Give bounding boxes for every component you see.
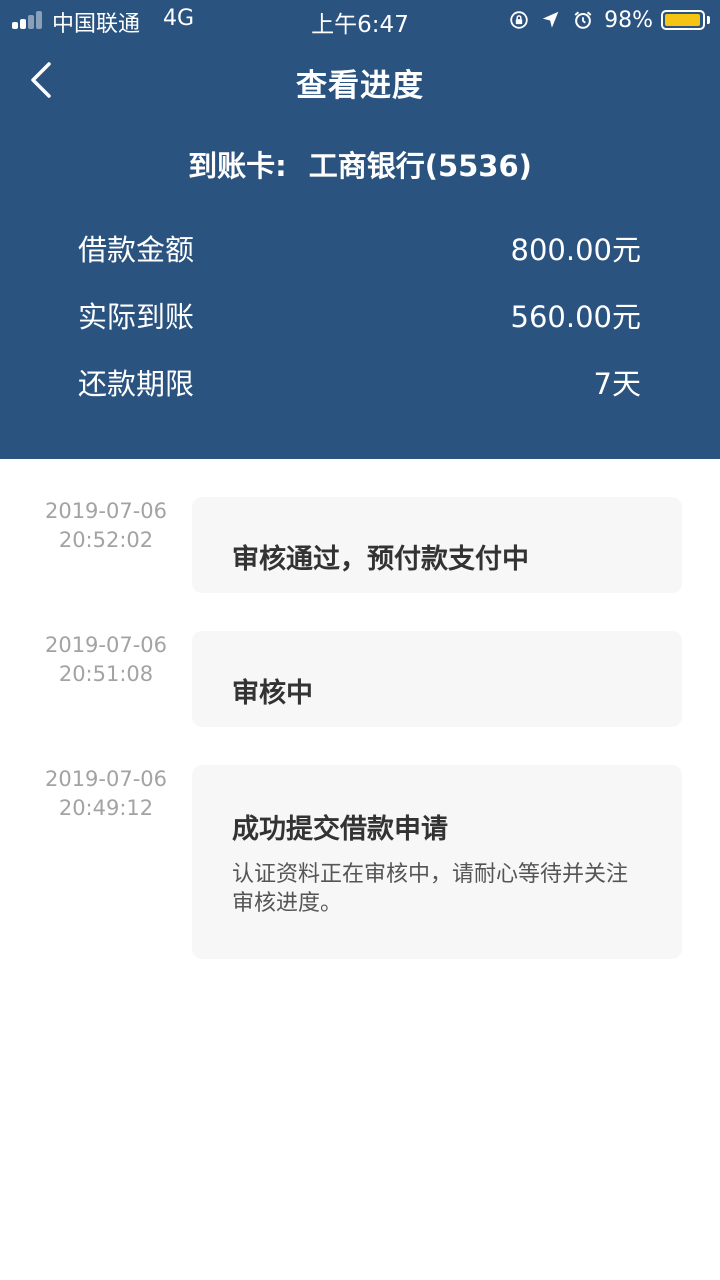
timeline-timestamp: 2019-07-06 20:51:08 (36, 631, 176, 689)
timeline-date: 2019-07-06 (44, 767, 168, 791)
timeline-card: 成功提交借款申请 认证资料正在审核中，请耐心等待并关注审核进度。 (192, 765, 682, 959)
battery-fill (665, 14, 701, 26)
loan-amount-label: 借款金额 (78, 233, 195, 267)
repayment-term-label: 还款期限 (78, 367, 195, 401)
actual-received-row: 实际到账 560.00元 (78, 295, 641, 335)
battery-percentage: 98% (604, 7, 653, 33)
receiving-card-label: 到账卡: (188, 149, 287, 183)
receiving-card-bank: 工商银行(5536) (308, 149, 532, 183)
repayment-term-row: 还款期限 7天 (78, 362, 641, 402)
loan-amount-row: 借款金额 800.00元 (78, 228, 641, 268)
timeline-timestamp: 2019-07-06 20:49:12 (36, 765, 176, 823)
timeline-time: 20:49:12 (58, 796, 154, 820)
alarm-icon (574, 11, 592, 29)
timeline-card: 审核中 (192, 631, 682, 727)
actual-received-label: 实际到账 (78, 300, 195, 334)
timeline-date: 2019-07-06 (44, 499, 168, 523)
timeline-date: 2019-07-06 (44, 633, 168, 657)
battery-tip (707, 16, 710, 24)
status-icons: 98% (508, 5, 710, 35)
timeline-time: 20:52:02 (58, 528, 154, 552)
timeline-title: 成功提交借款申请 (232, 814, 448, 845)
orientation-lock-icon (510, 11, 528, 29)
header-panel: 中国联通 4G 上午6:47 98% 查看进度 到账卡: 工商银行(5536) … (0, 0, 720, 459)
location-arrow-icon (542, 11, 559, 28)
timeline-time: 20:51:08 (58, 662, 154, 686)
status-bar: 中国联通 4G 上午6:47 98% (0, 0, 720, 40)
battery-icon (661, 10, 705, 30)
repayment-term-value: 7天 (593, 367, 641, 401)
timeline-timestamp: 2019-07-06 20:52:02 (36, 497, 176, 555)
actual-received-value: 560.00元 (510, 300, 641, 334)
receiving-card: 到账卡: 工商银行(5536) (0, 143, 720, 185)
timeline-card: 审核通过，预付款支付中 (192, 497, 682, 593)
timeline-description: 认证资料正在审核中，请耐心等待并关注审核进度。 (232, 862, 629, 916)
page-title: 查看进度 (296, 68, 424, 104)
timeline-title: 审核通过，预付款支付中 (232, 544, 529, 575)
timeline-title: 审核中 (232, 678, 313, 709)
loan-amount-value: 800.00元 (510, 233, 641, 267)
